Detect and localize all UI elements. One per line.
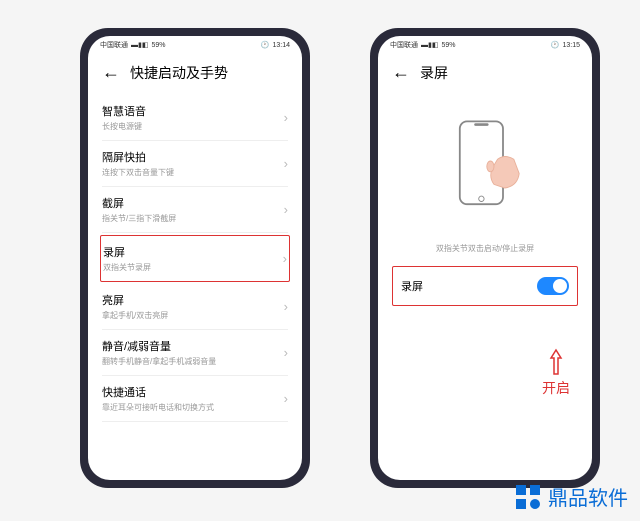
header: ← 快捷启动及手势 — [88, 54, 302, 95]
watermark-icon — [514, 483, 542, 511]
item-subtitle: 双指关节录屏 — [103, 262, 283, 273]
list-item-mute[interactable]: 静音/减弱音量 翻转手机静音/拿起手机减弱音量 › — [102, 330, 288, 376]
item-subtitle: 翻转手机静音/拿起手机减弱音量 — [102, 356, 284, 367]
item-title: 静音/减弱音量 — [102, 338, 284, 354]
annotation-text: 开启 — [542, 378, 570, 398]
signal-icon: ▬▮◧ — [131, 41, 148, 49]
chevron-right-icon: › — [283, 251, 287, 266]
clock-icon: 🕐 — [551, 41, 560, 49]
annotation: 开启 — [542, 348, 570, 398]
carrier: 中国联通 — [390, 40, 418, 50]
chevron-right-icon: › — [284, 110, 288, 125]
chevron-right-icon: › — [284, 391, 288, 406]
chevron-right-icon: › — [284, 299, 288, 314]
time: 13:14 — [272, 42, 290, 49]
page-title: 快捷启动及手势 — [130, 63, 228, 83]
settings-list: 智慧语音 长按电源键 › 隔屏快拍 连按下双击音量下键 › 截屏 指关节/三指下 — [88, 95, 302, 422]
list-item-snapshot[interactable]: 隔屏快拍 连按下双击音量下键 › — [102, 141, 288, 187]
back-icon[interactable]: ← — [392, 62, 410, 83]
screen-right: 中国联通 ▬▮◧ 59% 🕐 13:15 ← 录屏 — [378, 36, 592, 480]
chevron-right-icon: › — [284, 156, 288, 171]
watermark-text: 鼎品软件 — [548, 482, 628, 511]
item-title: 隔屏快拍 — [102, 149, 284, 165]
time: 13:15 — [562, 42, 580, 49]
signal-icon: ▬▮◧ — [421, 41, 438, 49]
item-subtitle: 连按下双击音量下键 — [102, 167, 284, 178]
item-subtitle: 拿起手机/双击亮屏 — [102, 310, 284, 321]
list-item-screenshot[interactable]: 截屏 指关节/三指下滑截屏 › — [102, 187, 288, 233]
status-bar: 中国联通 ▬▮◧ 59% 🕐 13:15 — [378, 36, 592, 54]
toggle-row-record: 录屏 — [392, 266, 578, 306]
carrier: 中国联通 — [100, 40, 128, 50]
item-title: 快捷通话 — [102, 384, 284, 400]
clock-icon: 🕐 — [261, 41, 270, 49]
knuckle-illustration — [378, 95, 592, 235]
battery: 59% — [151, 42, 165, 49]
item-subtitle: 长按电源键 — [102, 121, 284, 132]
item-title: 智慧语音 — [102, 103, 284, 119]
watermark: 鼎品软件 — [514, 482, 628, 511]
back-icon[interactable]: ← — [102, 62, 120, 83]
item-title: 亮屏 — [102, 292, 284, 308]
item-title: 截屏 — [102, 195, 284, 211]
arrow-up-icon — [549, 348, 563, 376]
chevron-right-icon: › — [284, 202, 288, 217]
list-item-record[interactable]: 录屏 双指关节录屏 › — [100, 235, 290, 282]
item-subtitle: 靠近耳朵可接听电话和切换方式 — [102, 402, 284, 413]
list-item-wake[interactable]: 亮屏 拿起手机/双击亮屏 › — [102, 284, 288, 330]
status-bar: 中国联通 ▬▮◧ 59% 🕐 13:14 — [88, 36, 302, 54]
chevron-right-icon: › — [284, 345, 288, 360]
illustration-caption: 双指关节双击启动/停止录屏 — [378, 235, 592, 266]
list-item-call[interactable]: 快捷通话 靠近耳朵可接听电话和切换方式 › — [102, 376, 288, 422]
phone-right: 中国联通 ▬▮◧ 59% 🕐 13:15 ← 录屏 — [370, 28, 600, 488]
battery: 59% — [441, 42, 455, 49]
list-item-voice[interactable]: 智慧语音 长按电源键 › — [102, 95, 288, 141]
phone-left: 中国联通 ▬▮◧ 59% 🕐 13:14 ← 快捷启动及手势 智慧语音 长按电源… — [80, 28, 310, 488]
header: ← 录屏 — [378, 54, 592, 95]
toggle-switch[interactable] — [537, 277, 569, 295]
item-title: 录屏 — [103, 244, 283, 260]
screen-left: 中国联通 ▬▮◧ 59% 🕐 13:14 ← 快捷启动及手势 智慧语音 长按电源… — [88, 36, 302, 480]
item-subtitle: 指关节/三指下滑截屏 — [102, 213, 284, 224]
toggle-label: 录屏 — [401, 278, 423, 294]
page-title: 录屏 — [420, 63, 448, 83]
